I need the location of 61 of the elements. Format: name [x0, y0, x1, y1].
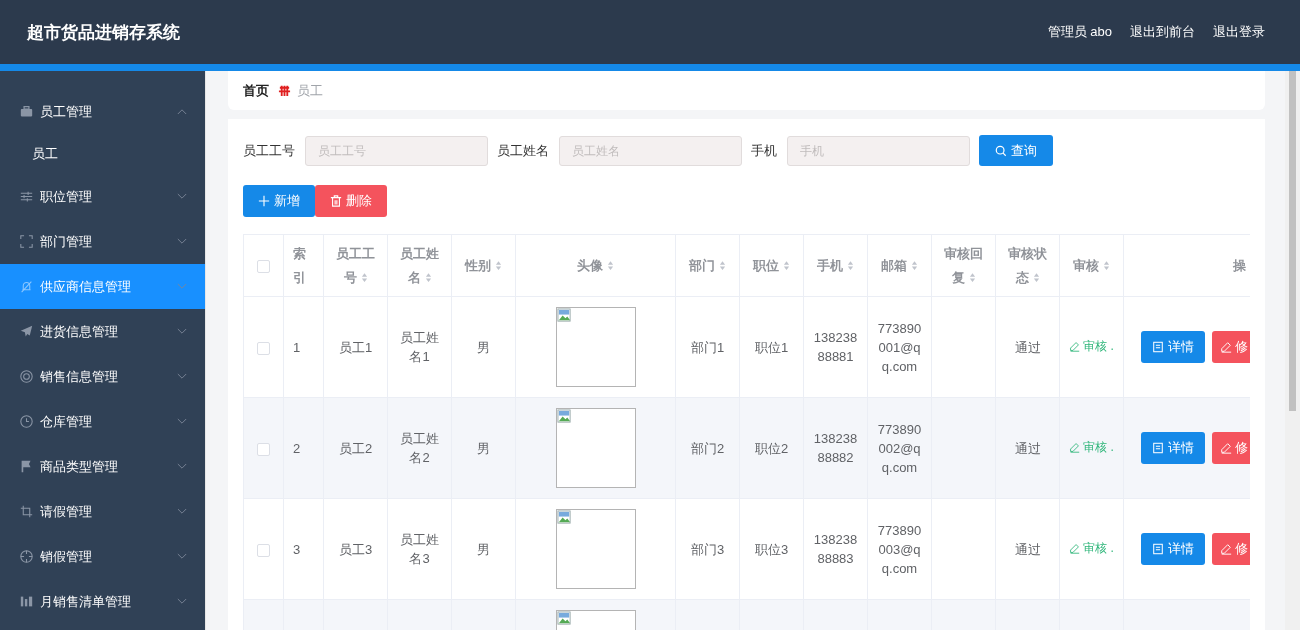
- search-button[interactable]: 查询: [979, 135, 1053, 166]
- table-cell: 员工2: [338, 440, 373, 456]
- sidebar-item[interactable]: 月销售清单管理: [0, 579, 205, 624]
- sidebar-item[interactable]: 销假管理: [0, 534, 205, 579]
- table-cell: 通过: [1014, 440, 1041, 456]
- sidebar-item[interactable]: 请假管理: [0, 489, 205, 534]
- table-cell: 员工姓名2: [400, 431, 439, 465]
- table-cell: 2: [293, 440, 301, 456]
- table-cell: 13823888881: [813, 330, 858, 364]
- table-cell: 773890001@qq.com: [877, 320, 922, 374]
- table-cell: 773890002@qq.com: [877, 421, 922, 475]
- table-cell: 1: [293, 339, 301, 355]
- delete-button[interactable]: 删除: [315, 185, 387, 217]
- sidebar-item[interactable]: 职位管理: [0, 174, 205, 219]
- audit-link[interactable]: 审核 .: [1069, 337, 1114, 356]
- field-label: 手机: [751, 141, 777, 160]
- table-cell: 员工姓名1: [400, 330, 439, 364]
- audit-link[interactable]: 审核 .: [1069, 438, 1114, 457]
- sidebar-item[interactable]: 仓库管理: [0, 399, 205, 444]
- table-cell: 男: [477, 440, 490, 456]
- header-link[interactable]: 管理员 abo: [1047, 23, 1112, 41]
- table-cell: 13823888883: [813, 532, 858, 566]
- sidebar-item[interactable]: 部门管理: [0, 219, 205, 264]
- detail-button[interactable]: 详情: [1141, 331, 1205, 363]
- table-cell: 员工3: [338, 541, 373, 557]
- sidebar-item[interactable]: 供应商信息管理: [0, 264, 205, 309]
- table-cell: 职位3: [754, 541, 789, 557]
- header-link[interactable]: 退出到前台: [1130, 23, 1195, 41]
- table-cell: 3: [293, 541, 301, 557]
- table-cell: 部门3: [690, 541, 725, 557]
- table-cell: 男: [477, 339, 490, 355]
- table-cell: 13823888882: [813, 431, 858, 465]
- edit-button[interactable]: 修: [1212, 432, 1250, 464]
- add-button[interactable]: 新增: [243, 185, 315, 217]
- field-label: 员工姓名: [497, 141, 549, 160]
- sidebar-item[interactable]: 商品类型管理: [0, 444, 205, 489]
- header-link[interactable]: 退出登录: [1213, 23, 1265, 41]
- table-cell: 部门2: [690, 440, 725, 456]
- detail-button[interactable]: 详情: [1141, 533, 1205, 565]
- breadcrumb-current: 员工: [297, 81, 323, 100]
- edit-button[interactable]: 修: [1212, 331, 1250, 363]
- sidebar-subitem[interactable]: 员工: [0, 134, 205, 174]
- table-cell: 通过: [1014, 339, 1041, 355]
- breadcrumb-link[interactable]: 首页: [243, 81, 269, 100]
- table-cell: 职位2: [754, 440, 789, 456]
- table-cell: 职位1: [754, 339, 789, 355]
- table-cell: 员工姓名3: [400, 532, 439, 566]
- audit-link[interactable]: 审核 .: [1069, 539, 1114, 558]
- sidebar-item[interactable]: 销售信息管理: [0, 354, 205, 399]
- sidebar-item[interactable]: 员工管理: [0, 89, 205, 134]
- field-label: 员工工号: [243, 141, 295, 160]
- app-title: 超市货品进销存系统: [27, 21, 180, 44]
- table-cell: 通过: [1014, 541, 1041, 557]
- edit-button[interactable]: 修: [1212, 533, 1250, 565]
- sidebar-item[interactable]: 进货信息管理: [0, 309, 205, 354]
- table-cell: 员工1: [338, 339, 373, 355]
- table-cell: 男: [477, 541, 490, 557]
- column-header[interactable]: 操: [1233, 253, 1246, 278]
- detail-button[interactable]: 详情: [1141, 432, 1205, 464]
- table-cell: 部门1: [690, 339, 725, 355]
- table-cell: 773890003@qq.com: [877, 522, 922, 576]
